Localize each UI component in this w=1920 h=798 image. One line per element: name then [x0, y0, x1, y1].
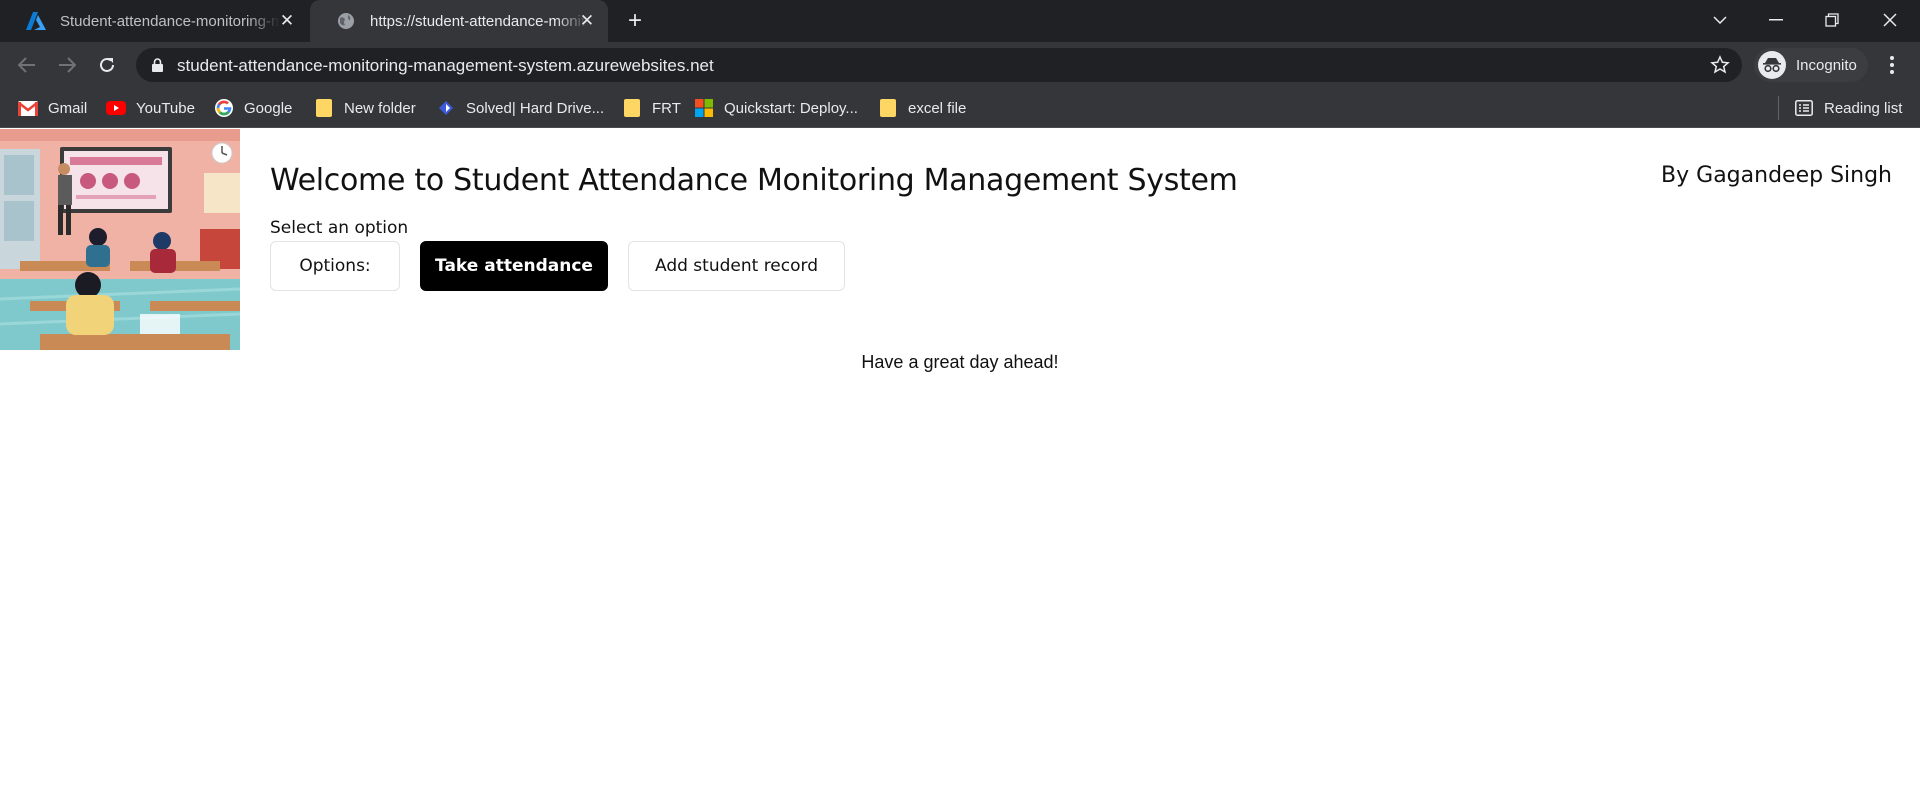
more-menu-icon[interactable] [1882, 54, 1902, 76]
restore-icon[interactable] [1810, 6, 1854, 34]
incognito-label: Incognito [1796, 56, 1857, 74]
author-credit: By Gagandeep Singh [1661, 163, 1892, 188]
bookmarks-divider [1778, 96, 1779, 120]
tab-title: Student-attendance-monitoring-management… [60, 12, 280, 30]
bookmark-label: Solved| Hard Drive... [466, 99, 605, 117]
incognito-icon [1758, 51, 1786, 79]
tab-search-icon[interactable] [1698, 6, 1742, 34]
bookmark-youtube[interactable]: YouTube [106, 97, 195, 119]
greeting-message: Have a great day ahead! [0, 352, 1920, 373]
bookmark-google[interactable]: Google [214, 97, 292, 119]
youtube-icon [106, 98, 126, 118]
address-bar[interactable]: student-attendance-monitoring-management… [136, 48, 1742, 82]
bookmark-label: New folder [344, 99, 416, 117]
bookmark-quickstart-deploy[interactable]: Quickstart: Deploy... [694, 97, 858, 119]
close-tab-icon[interactable]: ✕ [278, 12, 296, 30]
browser-toolbar: student-attendance-monitoring-management… [0, 42, 1920, 88]
globe-icon [336, 11, 356, 31]
folder-icon [314, 98, 334, 118]
options-button[interactable]: Options: [270, 241, 400, 291]
bookmark-star-icon[interactable] [1710, 55, 1730, 80]
take-attendance-button[interactable]: Take attendance [420, 241, 608, 291]
minimize-icon[interactable] [1754, 6, 1798, 34]
address-url[interactable]: student-attendance-monitoring-management… [177, 56, 714, 76]
site-icon [436, 98, 456, 118]
reading-list-label: Reading list [1824, 99, 1903, 117]
bookmark-label: Gmail [48, 99, 88, 117]
microsoft-icon [694, 98, 714, 118]
incognito-profile-button[interactable]: Incognito [1754, 48, 1868, 82]
bookmarks-bar: Gmail YouTube Google New folder Solved| … [0, 88, 1920, 128]
gmail-icon [18, 98, 38, 118]
tab-attendance-site[interactable]: https://student-attendance-monitoring-ma… [310, 0, 608, 42]
new-tab-button[interactable]: + [622, 9, 648, 35]
bookmark-label: Quickstart: Deploy... [724, 99, 858, 117]
reading-list-button[interactable]: Reading list [1794, 97, 1902, 119]
back-icon[interactable] [12, 50, 42, 80]
bookmark-label: excel file [908, 99, 967, 117]
tab-title: https://student-attendance-monitoring-ma… [370, 12, 588, 30]
lock-icon[interactable] [152, 58, 163, 77]
bookmark-gmail[interactable]: Gmail [18, 97, 87, 119]
close-window-icon[interactable] [1868, 6, 1912, 34]
bookmark-new-folder[interactable]: New folder [314, 97, 416, 119]
bookmark-label: YouTube [136, 99, 195, 117]
classroom-illustration [0, 129, 240, 350]
browser-tab-strip: Student-attendance-monitoring-management… [0, 0, 1920, 42]
bookmark-excel-file[interactable]: excel file [878, 97, 966, 119]
reload-icon[interactable] [92, 50, 122, 80]
page-title: Welcome to Student Attendance Monitoring… [270, 163, 1238, 198]
azure-icon [26, 11, 46, 31]
greeting-text: Have a great day ahead! [861, 352, 1059, 372]
bookmark-solved-hard-drive[interactable]: Solved| Hard Drive... [436, 97, 604, 119]
bookmark-label: FRT [652, 99, 681, 117]
folder-icon [622, 98, 642, 118]
close-tab-icon[interactable]: ✕ [578, 12, 596, 30]
tab-azure-portal[interactable]: Student-attendance-monitoring-management… [0, 0, 308, 42]
bookmark-frt[interactable]: FRT [622, 97, 681, 119]
google-icon [214, 98, 234, 118]
folder-icon [878, 98, 898, 118]
select-option-label: Select an option [270, 218, 409, 238]
reading-list-icon [1794, 98, 1814, 118]
forward-icon[interactable] [52, 50, 82, 80]
add-student-record-button[interactable]: Add student record [628, 241, 845, 291]
bookmark-label: Google [244, 99, 293, 117]
